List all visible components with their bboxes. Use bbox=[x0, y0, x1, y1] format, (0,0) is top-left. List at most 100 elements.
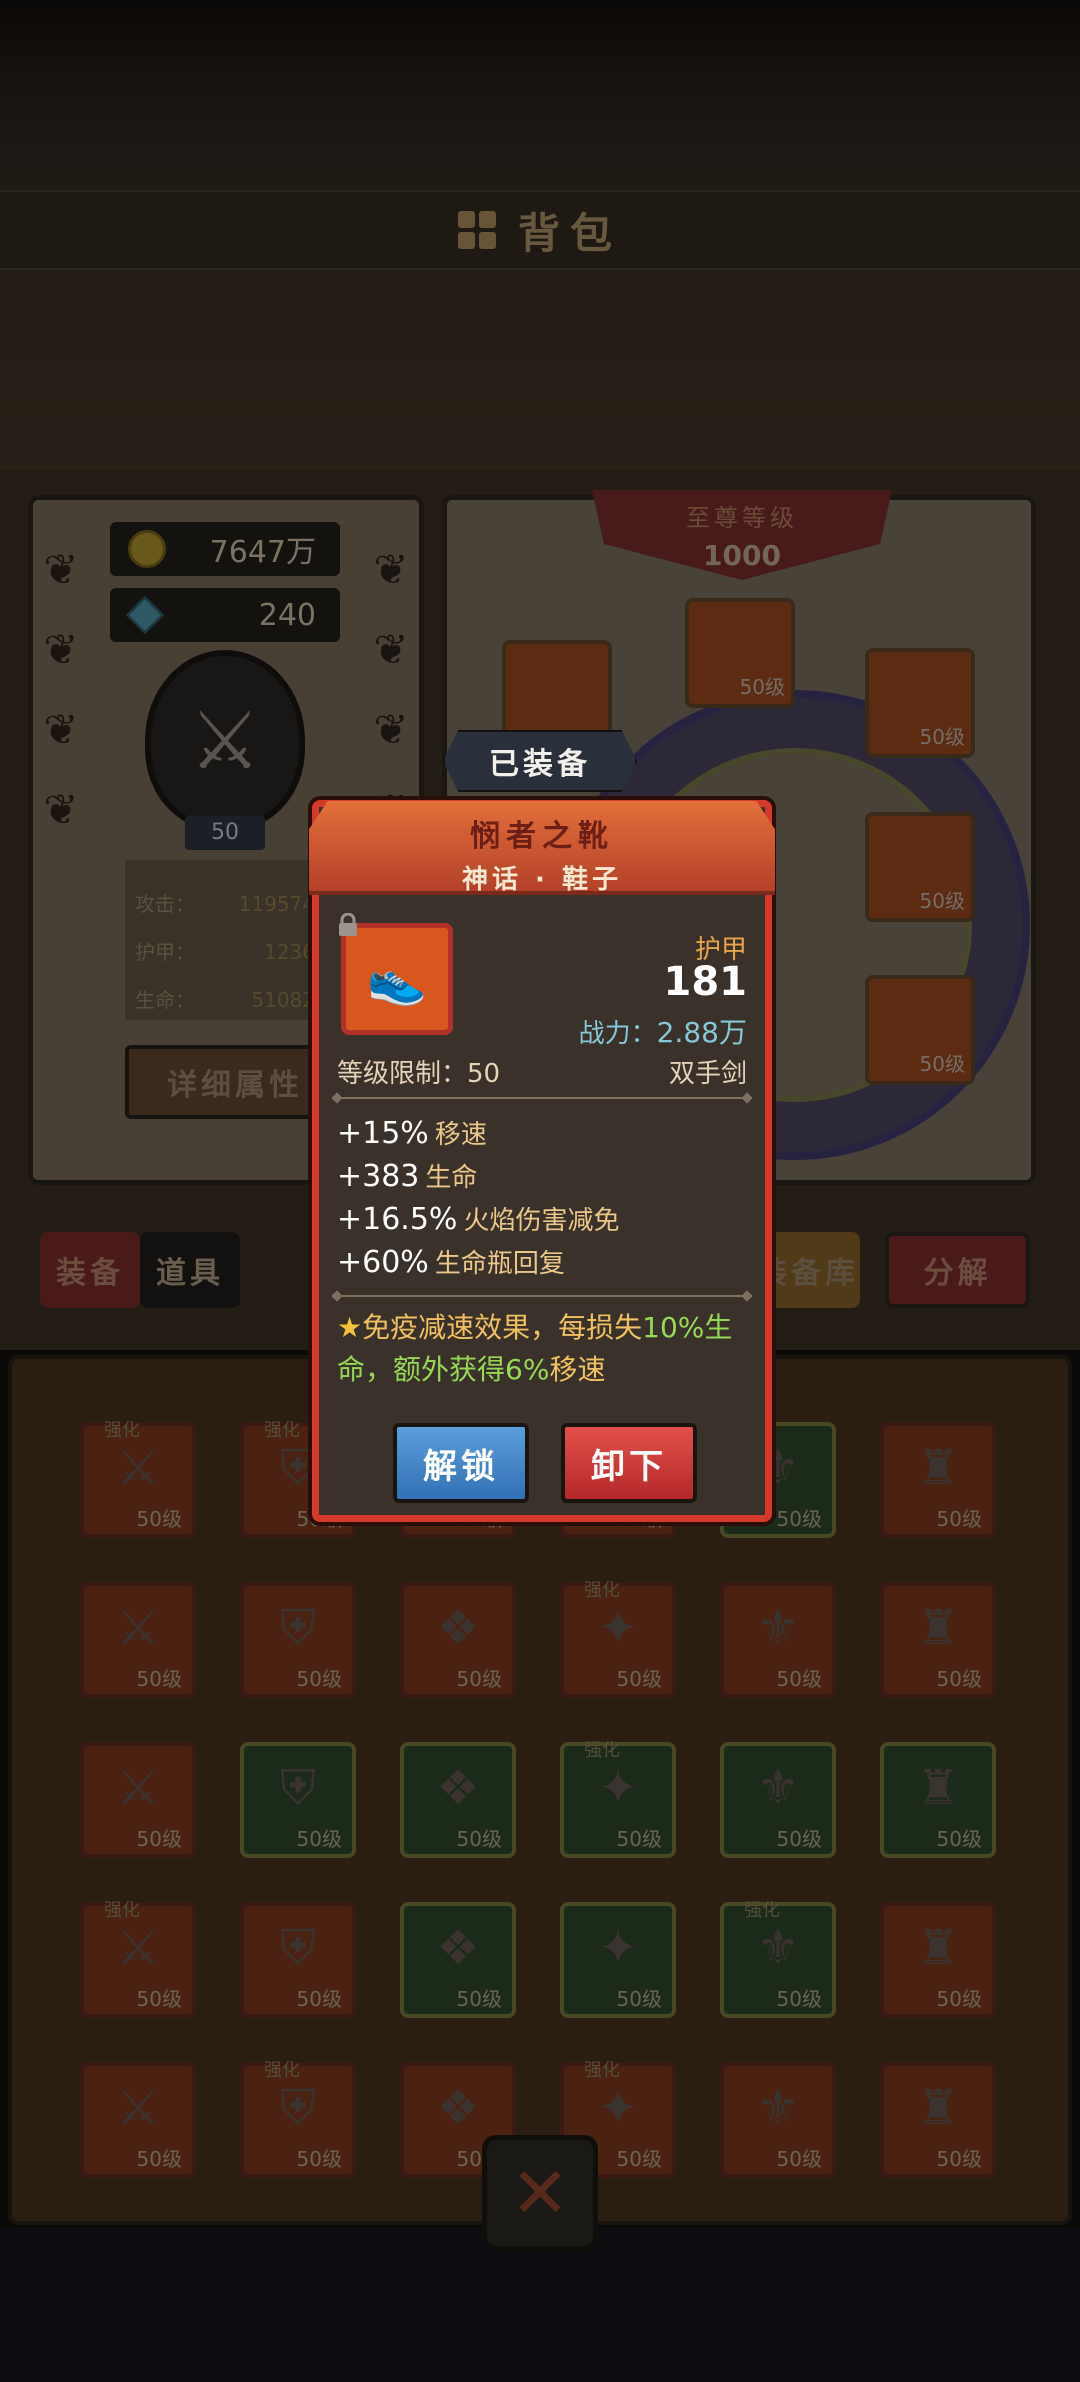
decompose-button[interactable]: 分解 bbox=[885, 1232, 1030, 1308]
item-level: 50级 bbox=[936, 1987, 982, 2011]
inventory-item[interactable]: ✦ 50级 bbox=[560, 1902, 676, 2018]
attribute-name: 生命瓶回复 bbox=[434, 1249, 565, 1279]
attribute-value: +16.5% bbox=[337, 1202, 458, 1237]
equip-slot-chest[interactable]: 50级 bbox=[685, 598, 795, 708]
stat-value: 51082 bbox=[251, 988, 315, 1012]
equipment-icon: ♜ bbox=[916, 1440, 960, 1496]
attribute-row: +16.5% 火焰伤害减免 bbox=[337, 1199, 619, 1242]
inventory-item[interactable]: ♜ 50级 bbox=[880, 1902, 996, 2018]
inventory-item[interactable]: ⛨ 50级 bbox=[240, 1582, 356, 1698]
slot-level: 50级 bbox=[919, 889, 965, 913]
item-level: 50级 bbox=[296, 2147, 342, 2171]
diamond-icon bbox=[125, 595, 165, 635]
inventory-item[interactable]: ⛨ 50级 bbox=[240, 1742, 356, 1858]
attribute-list: +15% 移速 +383 生命 +16.5% 火焰伤害减免 +60% 生命瓶回复 bbox=[337, 1113, 619, 1285]
inventory-item[interactable]: ⚜ 50级 bbox=[720, 1582, 836, 1698]
attribute-name: 火焰伤害减免 bbox=[463, 1206, 620, 1236]
equipment-icon: ✦ bbox=[597, 2080, 639, 2136]
tab-items[interactable]: 道具 bbox=[140, 1232, 240, 1308]
equipment-icon: ❖ bbox=[436, 2080, 480, 2136]
unlock-button[interactable]: 解锁 bbox=[393, 1423, 529, 1503]
item-level: 50级 bbox=[456, 1667, 502, 1691]
equip-slot-ring[interactable]: 50级 bbox=[865, 812, 975, 922]
attribute-value: +60% bbox=[337, 1245, 429, 1280]
item-level: 50级 bbox=[616, 1987, 662, 2011]
stat-label: 生命： bbox=[135, 988, 195, 1012]
item-level: 50级 bbox=[296, 1667, 342, 1691]
close-button[interactable]: ✕ bbox=[482, 2135, 598, 2251]
equipment-icon: ♜ bbox=[916, 2080, 960, 2136]
item-level: 50级 bbox=[936, 1827, 982, 1851]
inventory-item[interactable]: ⚜ 50级 bbox=[720, 1742, 836, 1858]
inventory-item[interactable]: ❖ 50级 bbox=[400, 1902, 516, 2018]
item-level: 50级 bbox=[456, 1827, 502, 1851]
item-detail-popup: 悯者之靴 神话 · 鞋子 👟 护甲 181 战力：2.88万 等级限制：50 双… bbox=[309, 800, 775, 1522]
enhanced-badge: 强化 bbox=[584, 2060, 620, 2081]
inventory-item[interactable]: ♜ 50级 bbox=[880, 2062, 996, 2178]
item-level: 50级 bbox=[136, 2147, 182, 2171]
inventory-item[interactable]: ✦ 强化 50级 bbox=[560, 1740, 676, 1858]
equipment-icon: ⚜ bbox=[756, 2080, 800, 2136]
inventory-item[interactable]: ♜ 50级 bbox=[880, 1422, 996, 1538]
bottom-bar bbox=[0, 2228, 1080, 2382]
special-effect: ★免疫减速效果，每损失10%生命，额外获得6%移速 bbox=[337, 1307, 747, 1391]
inventory-item[interactable]: ❖ 50级 bbox=[400, 1582, 516, 1698]
equipment-icon: ⚔ bbox=[116, 1920, 160, 1976]
inventory-item[interactable]: ♜ 50级 bbox=[880, 1582, 996, 1698]
stat-value: 1236 bbox=[264, 940, 315, 964]
divider bbox=[337, 1097, 747, 1099]
special-number: 10 bbox=[642, 1311, 678, 1344]
inventory-item[interactable]: ⚜ 强化 50级 bbox=[720, 1900, 836, 2018]
equipment-icon: ⚜ bbox=[756, 1600, 800, 1656]
tab-equipment[interactable]: 装备 bbox=[40, 1232, 140, 1308]
equip-slot-weapon[interactable]: 50级 bbox=[865, 975, 975, 1085]
title-bar: 背包 bbox=[0, 190, 1080, 270]
stat-attack: 攻击： 119574 bbox=[135, 880, 315, 928]
boots-icon: 👟 bbox=[367, 951, 427, 1008]
inventory-item[interactable]: ⚜ 50级 bbox=[720, 2062, 836, 2178]
equipment-icon: ✦ bbox=[597, 1920, 639, 1976]
equipment-icon: ⚜ bbox=[756, 1760, 800, 1816]
inventory-item[interactable]: ♜ 50级 bbox=[880, 1742, 996, 1858]
equipment-icon: ❖ bbox=[436, 1600, 480, 1656]
inventory-item[interactable]: ⚔ 强化 50级 bbox=[80, 1900, 196, 2018]
enhanced-badge: 强化 bbox=[744, 1900, 780, 1921]
attribute-row: +15% 移速 bbox=[337, 1113, 619, 1156]
inventory-item[interactable]: ⚔ 50级 bbox=[80, 2062, 196, 2178]
unequip-button[interactable]: 卸下 bbox=[561, 1423, 697, 1503]
inventory-item[interactable]: ⛨强化 50级 bbox=[240, 2060, 356, 2178]
inventory-item[interactable]: ⚔ 50级 bbox=[80, 1742, 196, 1858]
attribute-value: +15% bbox=[337, 1116, 429, 1151]
item-level: 50级 bbox=[136, 1827, 182, 1851]
item-level: 50级 bbox=[776, 1987, 822, 2011]
inventory-item[interactable]: ⚔ 强化 50级 bbox=[80, 1420, 196, 1538]
enhanced-badge: 强化 bbox=[264, 2060, 300, 2081]
stat-label: 护甲： bbox=[135, 940, 195, 964]
level-requirement: 等级限制：50 bbox=[337, 1059, 501, 1089]
gold-display: 7647万 bbox=[110, 522, 340, 576]
enhanced-badge: 强化 bbox=[584, 1580, 620, 1601]
item-level: 50级 bbox=[296, 1827, 342, 1851]
item-level: 50级 bbox=[616, 1827, 662, 1851]
enhanced-badge: 强化 bbox=[104, 1420, 140, 1441]
combat-power: 战力：2.88万 bbox=[579, 1011, 747, 1051]
item-level: 50级 bbox=[296, 1987, 342, 2011]
vine-decoration-left: ❦ ❦ ❦ ❦ bbox=[43, 545, 79, 834]
equipment-icon: ⚔ bbox=[116, 2080, 160, 2136]
inventory-item[interactable]: ❖ 50级 bbox=[400, 1742, 516, 1858]
item-level: 50级 bbox=[776, 1507, 822, 1531]
inventory-item[interactable]: ✦ 强化 50级 bbox=[560, 1580, 676, 1698]
item-level: 50级 bbox=[776, 1667, 822, 1691]
item-level: 50级 bbox=[456, 1987, 502, 2011]
inventory-item[interactable]: ⛨ 50级 bbox=[240, 1902, 356, 2018]
item-level: 50级 bbox=[136, 1667, 182, 1691]
equipment-icon: ⚔ bbox=[116, 1600, 160, 1656]
equipment-icon: ❖ bbox=[436, 1920, 480, 1976]
equipment-icon: ⚜ bbox=[756, 1920, 800, 1976]
equipment-icon: ⚔ bbox=[116, 1760, 160, 1816]
stat-label: 攻击： bbox=[135, 892, 195, 916]
gem-amount: 240 bbox=[258, 597, 316, 633]
main-stat-value: 181 bbox=[663, 959, 748, 1005]
inventory-item[interactable]: ⚔ 50级 bbox=[80, 1582, 196, 1698]
equip-slot-necklace[interactable]: 50级 bbox=[865, 648, 975, 758]
